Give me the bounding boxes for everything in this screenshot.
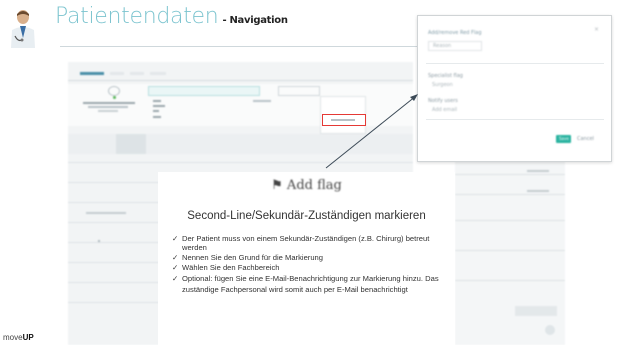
nav-item[interactable]: [110, 72, 124, 75]
reason-input[interactable]: Reason: [428, 41, 482, 51]
side-panel: [455, 160, 565, 345]
specialist-label: Specialist flag: [428, 73, 463, 79]
bullet-list: ✓ Der Patient muss von einem Sekundär-Zus…: [172, 234, 452, 295]
dialog-title: Add/remove Red Flag: [428, 30, 482, 36]
title-text: Patientendaten: [55, 4, 219, 29]
search-bar[interactable]: [148, 86, 260, 96]
list-item: ✓ Nennen Sie den Grund für die Markierung: [172, 252, 323, 262]
add-flag-highlight: [322, 114, 366, 126]
status-dot: [113, 96, 116, 99]
page-title: Patientendaten - Navigation: [55, 4, 288, 29]
app-logo: [80, 72, 104, 75]
patient-avatar: [108, 86, 120, 96]
specialist-option[interactable]: Surgeon: [432, 82, 453, 88]
moveup-logo: moveUP: [3, 333, 34, 342]
close-icon[interactable]: ×: [594, 26, 599, 33]
doctor-avatar: [8, 6, 38, 48]
email-option[interactable]: Add email: [432, 107, 457, 113]
add-flag-label: ⚑ Add flag: [271, 178, 342, 193]
filter-box[interactable]: [278, 86, 320, 96]
cancel-button[interactable]: Cancel: [577, 136, 594, 142]
nav-item[interactable]: [150, 72, 166, 75]
save-button[interactable]: Save: [556, 135, 571, 143]
info-card: ⚑ Add flag Second-Line/Sekundär-Zuständi…: [158, 172, 455, 345]
check-icon: ✓: [172, 273, 179, 283]
list-item: ✓ Wählen Sie den Fachbereich: [172, 263, 280, 273]
add-flag-dialog: Add/remove Red Flag × Reason Specialist …: [417, 15, 612, 162]
active-tab[interactable]: [116, 134, 146, 154]
check-icon: ✓: [172, 263, 179, 273]
check-icon: ✓: [172, 234, 179, 243]
card-heading: Second-Line/Sekundär-Zuständigen markier…: [187, 210, 426, 222]
nav-item[interactable]: [130, 72, 144, 75]
check-icon: ✓: [172, 252, 179, 262]
notify-label: Notify users: [428, 98, 458, 104]
title-subtitle: - Navigation: [222, 15, 288, 26]
list-item: ✓ Der Patient muss von einem Sekundär-Zus…: [172, 234, 430, 253]
list-item: ✓ Optional: fügen Sie eine E-Mail-Benachr…: [172, 273, 439, 294]
